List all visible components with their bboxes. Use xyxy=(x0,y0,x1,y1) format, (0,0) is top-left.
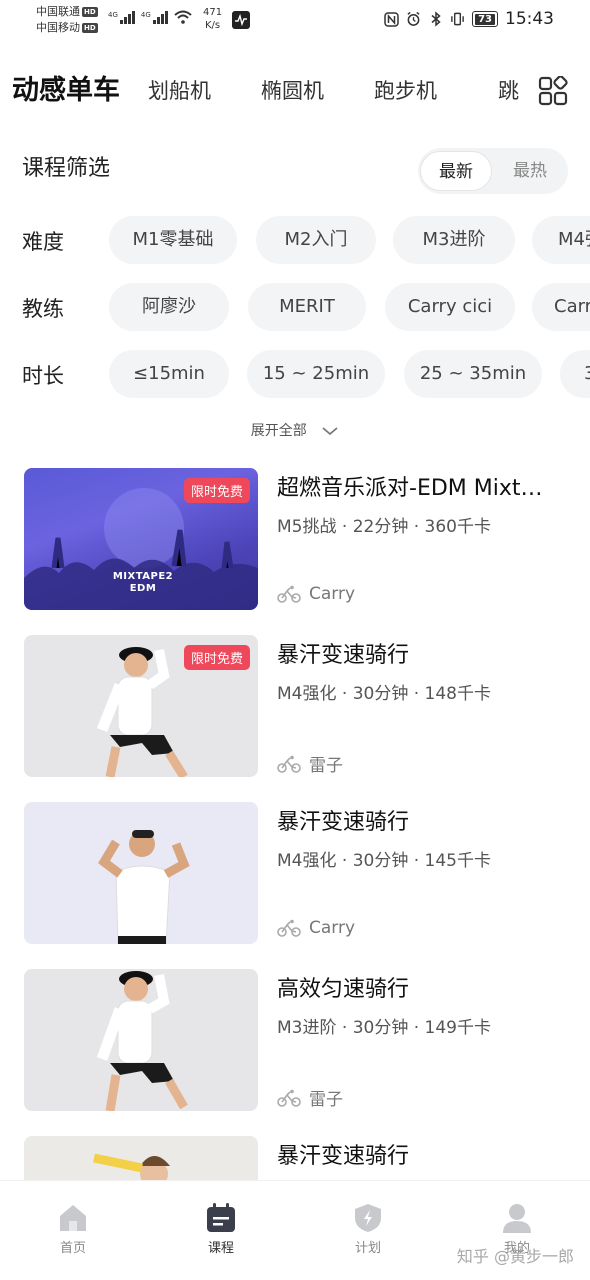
coach-filter-row: 教练 阿廖沙 MERIT Carry cici Carry xyxy=(0,281,590,335)
course-thumbnail: 限时免费 xyxy=(24,635,258,777)
chevron-down-icon xyxy=(322,427,338,436)
coach-chip[interactable]: Carry cici xyxy=(385,283,515,331)
nav-plan-label: 计划 xyxy=(354,1241,381,1256)
coach-name: Carry xyxy=(309,584,356,604)
tab-elliptical[interactable]: 椭圆机 xyxy=(261,68,324,114)
grid-menu-icon[interactable] xyxy=(538,76,568,106)
difficulty-chip[interactable]: M1零基础 xyxy=(109,216,237,264)
hd-badge: HD xyxy=(82,23,98,33)
course-card[interactable]: 高效匀速骑行 M3进阶 · 30分钟 · 149千卡 雷子 xyxy=(0,969,590,1115)
nfc-icon xyxy=(384,11,399,27)
network-speed: 471 K/s xyxy=(203,7,223,31)
difficulty-filter-row: 难度 M1零基础 M2入门 M3进阶 M4强化 xyxy=(0,214,590,268)
duration-filter-row: 时长 ≤15min 15 ~ 25min 25 ~ 35min 35 xyxy=(0,348,590,402)
difficulty-chip[interactable]: M2入门 xyxy=(256,216,376,264)
signal-icon: 4G xyxy=(108,11,135,24)
sort-toggle: 最新 最热 xyxy=(418,148,568,194)
bike-icon xyxy=(277,919,301,937)
sort-hottest-button[interactable]: 最热 xyxy=(494,151,566,191)
coach-name: 雷子 xyxy=(309,1090,343,1110)
course-coach: 雷子 xyxy=(277,751,343,776)
nav-plan[interactable]: 计划 xyxy=(323,1203,413,1256)
course-title: 暴汗变速骑行 xyxy=(277,1144,410,1169)
course-thumbnail xyxy=(24,969,258,1111)
difficulty-label: 难度 xyxy=(22,230,64,254)
clock: 15:43 xyxy=(505,9,554,29)
course-title: 高效匀速骑行 xyxy=(277,977,410,1002)
tab-treadmill[interactable]: 跑步机 xyxy=(374,68,437,114)
free-badge: 限时免费 xyxy=(183,645,250,670)
coach-name: Carry xyxy=(309,918,356,938)
shield-icon xyxy=(355,1204,381,1232)
tab-rowing[interactable]: 划船机 xyxy=(148,68,211,114)
nav-courses[interactable]: 课程 xyxy=(176,1203,266,1256)
duration-chip[interactable]: 15 ~ 25min xyxy=(247,350,385,398)
alarm-icon xyxy=(406,11,421,27)
nav-courses-label: 课程 xyxy=(207,1241,234,1256)
duration-chip[interactable]: 25 ~ 35min xyxy=(404,350,542,398)
coach-name: 雷子 xyxy=(309,756,343,776)
difficulty-chip[interactable]: M4强化 xyxy=(532,216,590,264)
course-title: 暴汗变速骑行 xyxy=(277,810,410,835)
course-title: 超燃音乐派对-EDM Mixt… xyxy=(277,476,543,501)
filter-title: 课程筛选 xyxy=(22,156,111,181)
nav-home-label: 首页 xyxy=(59,1241,86,1256)
tab-jump[interactable]: 跳 xyxy=(498,68,519,114)
nav-home[interactable]: 首页 xyxy=(28,1203,118,1256)
thumb-caption: MIXTAPE2 EDM xyxy=(112,571,174,594)
course-title: 暴汗变速骑行 xyxy=(277,643,410,668)
home-icon xyxy=(60,1205,86,1231)
course-meta: M4强化 · 30分钟 · 148千卡 xyxy=(277,684,491,704)
course-card[interactable]: 暴汗变速骑行 M4强化 · 30分钟 · 145千卡 Carry xyxy=(0,802,590,948)
carrier-info: 中国联通 HD 中国移动 HD xyxy=(36,4,98,36)
free-badge: 限时免费 xyxy=(183,478,250,503)
course-thumbnail xyxy=(24,802,258,944)
coach-photo xyxy=(96,971,188,1111)
status-bar: 中国联通 HD 中国移动 HD 4G 4G 471 K/s 73 15:43 xyxy=(0,0,590,44)
coach-label: 教练 xyxy=(22,297,64,321)
duration-chip[interactable]: 35 xyxy=(560,350,590,398)
duration-label: 时长 xyxy=(22,364,64,388)
course-coach: 雷子 xyxy=(277,1085,343,1110)
bottom-nav: 首页 课程 计划 我的 知乎 @黄步一郎 xyxy=(0,1180,590,1280)
calendar-icon xyxy=(207,1203,235,1232)
carrier-2: 中国移动 xyxy=(36,21,80,34)
course-meta: M4强化 · 30分钟 · 145千卡 xyxy=(277,851,491,871)
course-card[interactable]: MIXTAPE2 EDM 限时免费 超燃音乐派对-EDM Mixt… M5挑战 … xyxy=(0,468,590,614)
equipment-tabs: 动感单车 划船机 椭圆机 跑步机 跳 xyxy=(0,68,590,116)
user-icon xyxy=(503,1204,531,1233)
course-card[interactable]: 限时免费 暴汗变速骑行 M4强化 · 30分钟 · 148千卡 雷子 xyxy=(0,635,590,781)
course-thumbnail: MIXTAPE2 EDM 限时免费 xyxy=(24,468,258,610)
coach-chip[interactable]: Carry xyxy=(532,283,590,331)
carrier-1: 中国联通 xyxy=(36,5,80,18)
course-coach: Carry xyxy=(277,918,355,938)
course-meta: M3进阶 · 30分钟 · 149千卡 xyxy=(277,1018,491,1038)
sort-newest-button[interactable]: 最新 xyxy=(420,151,492,191)
hd-badge: HD xyxy=(82,7,98,17)
status-right: 73 15:43 xyxy=(384,9,554,29)
difficulty-chip[interactable]: M3进阶 xyxy=(393,216,515,264)
signal-icon: 4G xyxy=(141,11,168,24)
bike-icon xyxy=(277,585,301,603)
coach-chip[interactable]: 阿廖沙 xyxy=(109,283,229,331)
bike-icon xyxy=(277,1089,301,1107)
expand-all-label: 展开全部 xyxy=(250,423,307,439)
coach-chip[interactable]: MERIT xyxy=(248,283,366,331)
duration-chip[interactable]: ≤15min xyxy=(109,350,229,398)
vibrate-icon xyxy=(450,12,465,27)
signal-indicators: 4G 4G xyxy=(108,10,192,24)
tab-spin-bike[interactable]: 动感单车 xyxy=(12,68,120,114)
course-meta: M5挑战 · 22分钟 · 360千卡 xyxy=(277,517,491,537)
wifi-icon xyxy=(174,10,192,24)
expand-all-button[interactable]: 展开全部 xyxy=(0,420,590,440)
battery-icon: 73 xyxy=(472,11,498,27)
watermark: 知乎 @黄步一郎 xyxy=(456,1247,574,1266)
bike-icon xyxy=(277,755,301,773)
course-coach: Carry xyxy=(277,584,355,604)
coach-photo xyxy=(98,830,190,944)
app-notification-icon xyxy=(232,11,250,29)
bluetooth-icon xyxy=(428,11,443,27)
